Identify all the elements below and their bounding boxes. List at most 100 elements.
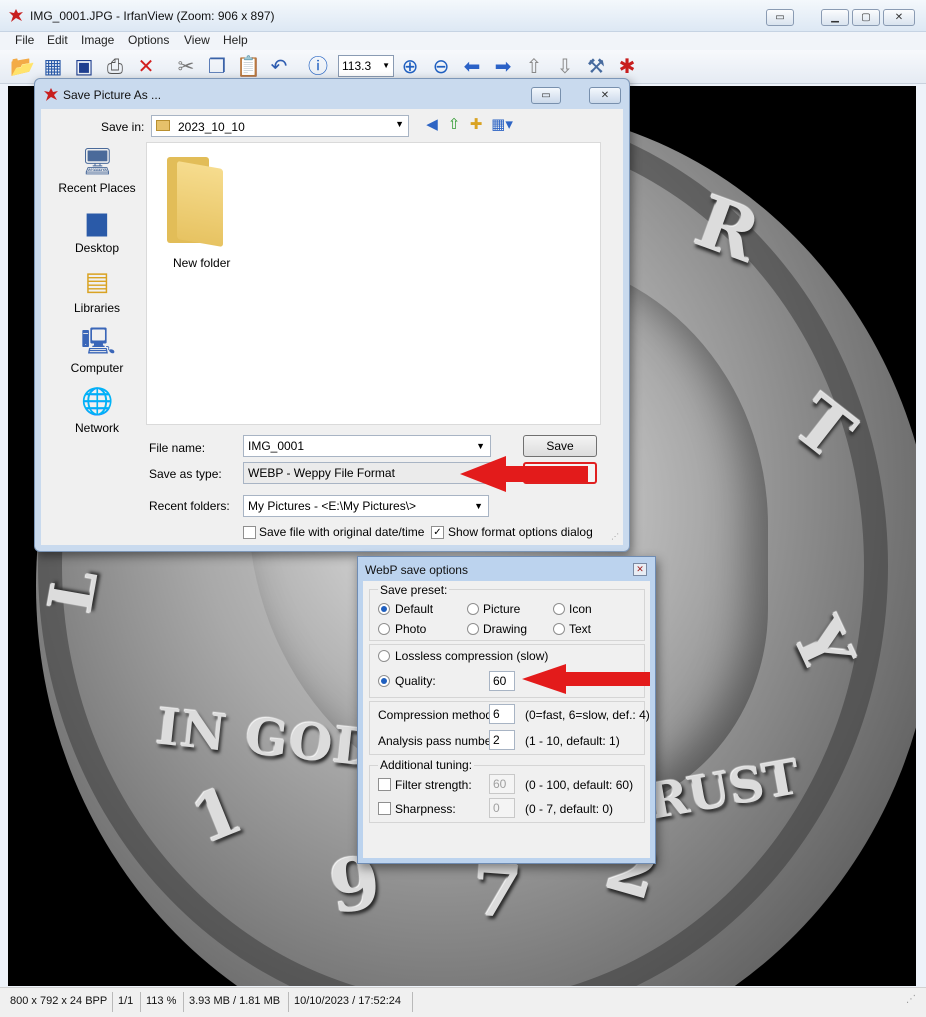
original-date-checkbox[interactable] bbox=[243, 526, 256, 539]
sharpness-hint: (0 - 7, default: 0) bbox=[525, 802, 614, 816]
filter-checkbox[interactable] bbox=[378, 778, 391, 791]
place-label: Libraries bbox=[73, 301, 121, 315]
menu-image[interactable]: Image bbox=[81, 33, 114, 47]
sharpness-checkbox[interactable] bbox=[378, 802, 391, 815]
menu-edit[interactable]: Edit bbox=[47, 33, 68, 47]
save-in-value: 2023_10_10 bbox=[178, 120, 245, 134]
save-in-combo[interactable]: 2023_10_10 ▼ bbox=[151, 115, 409, 137]
status-size: 3.93 MB / 1.81 MB bbox=[189, 995, 281, 1007]
menu-view[interactable]: View bbox=[184, 33, 210, 47]
save-button[interactable]: Save bbox=[523, 435, 597, 457]
place-libraries[interactable]: ▤ Libraries bbox=[51, 265, 143, 325]
slideshow-icon[interactable]: ▦ bbox=[41, 55, 65, 79]
undo-icon[interactable]: ↶ bbox=[267, 55, 291, 79]
compression-hint: (0=fast, 6=slow, def.: 4) bbox=[525, 708, 650, 722]
status-page: 1/1 bbox=[118, 995, 134, 1007]
back-icon[interactable]: ◀ bbox=[423, 116, 441, 134]
recent-folders-select[interactable]: My Pictures - <E:\My Pictures\> ▼ bbox=[243, 495, 489, 517]
preset-default-label[interactable]: Default bbox=[395, 602, 433, 616]
preset-text-radio[interactable] bbox=[553, 623, 565, 635]
sharpness-input[interactable]: 0 bbox=[489, 798, 515, 818]
paste-icon[interactable]: 📋 bbox=[236, 55, 261, 79]
annotation-arrow-save-type bbox=[460, 456, 588, 492]
zoom-out-icon[interactable]: ⊖ bbox=[429, 55, 453, 79]
close-button[interactable]: ✕ bbox=[883, 9, 915, 26]
webp-dialog-title: WebP save options bbox=[365, 563, 468, 577]
filter-label[interactable]: Filter strength: bbox=[395, 778, 472, 792]
previous-icon[interactable]: ⬅ bbox=[460, 55, 484, 79]
zoom-in-icon[interactable]: ⊕ bbox=[398, 55, 422, 79]
save-as-type-select[interactable]: WEBP - Weppy File Format bbox=[243, 462, 491, 484]
menu-file[interactable]: File bbox=[15, 33, 34, 47]
new-folder-item[interactable] bbox=[167, 151, 233, 248]
delete-icon[interactable]: ✕ bbox=[134, 55, 158, 79]
folder-front bbox=[177, 160, 223, 248]
view-menu-icon[interactable]: ▦▾ bbox=[489, 116, 515, 134]
dialog-extra-button[interactable]: ▭ bbox=[531, 87, 561, 104]
file-list[interactable]: New folder bbox=[146, 142, 601, 425]
up-folder-icon[interactable]: ⇧ bbox=[445, 116, 463, 134]
quality-label[interactable]: Quality: bbox=[395, 674, 436, 688]
sharpness-label[interactable]: Sharpness: bbox=[395, 802, 456, 816]
preset-icon-radio[interactable] bbox=[553, 603, 565, 615]
quality-radio[interactable] bbox=[378, 675, 390, 687]
chevron-down-icon: ▼ bbox=[395, 119, 404, 129]
place-desktop[interactable]: ▆ Desktop bbox=[51, 205, 143, 265]
minimize-button[interactable]: ▁ bbox=[821, 9, 849, 26]
places-bar: 🖥 Recent Places ▆ Desktop ▤ Libraries 🖳 … bbox=[51, 143, 143, 435]
preset-picture-label[interactable]: Picture bbox=[483, 602, 520, 616]
folder-label[interactable]: New folder bbox=[173, 256, 230, 270]
info-icon[interactable]: ⓘ bbox=[306, 55, 330, 79]
place-recent-places[interactable]: 🖥 Recent Places bbox=[51, 145, 143, 205]
move-down-icon[interactable]: ⇩ bbox=[553, 55, 577, 79]
resize-grip-icon[interactable]: ⋰ bbox=[611, 532, 619, 541]
print-icon[interactable]: ⎙ bbox=[103, 55, 127, 79]
lossless-label[interactable]: Lossless compression (slow) bbox=[395, 649, 548, 663]
preset-icon-label[interactable]: Icon bbox=[569, 602, 592, 616]
next-icon[interactable]: ➡ bbox=[491, 55, 515, 79]
quality-input[interactable]: 60 bbox=[489, 671, 515, 691]
show-options-checkbox[interactable]: ✓ bbox=[431, 526, 444, 539]
extra-window-button[interactable]: ▭ bbox=[766, 9, 794, 26]
irfanview-app-icon bbox=[44, 88, 58, 101]
cut-icon[interactable]: ✂ bbox=[174, 55, 198, 79]
preset-photo-label[interactable]: Photo bbox=[395, 622, 426, 636]
network-icon: 🌐 bbox=[81, 386, 114, 416]
menu-help[interactable]: Help bbox=[223, 33, 248, 47]
settings-icon[interactable]: ⚒ bbox=[584, 55, 608, 79]
lossless-radio[interactable] bbox=[378, 650, 390, 662]
new-folder-icon[interactable]: ✚ bbox=[467, 116, 485, 134]
close-icon[interactable]: ✕ bbox=[633, 563, 647, 576]
status-dimensions: 800 x 792 x 24 BPP bbox=[10, 995, 108, 1007]
filter-hint: (0 - 100, default: 60) bbox=[525, 778, 634, 792]
file-name-value: IMG_0001 bbox=[248, 439, 305, 453]
status-divider bbox=[112, 992, 113, 1012]
preset-default-radio[interactable] bbox=[378, 603, 390, 615]
irfanview-icon[interactable]: ✱ bbox=[615, 55, 639, 79]
dialog-close-button[interactable]: ✕ bbox=[589, 87, 621, 104]
preset-drawing-label[interactable]: Drawing bbox=[483, 622, 527, 636]
status-bar: 800 x 792 x 24 BPP 1/1 113 % 3.93 MB / 1… bbox=[0, 987, 926, 1017]
save-icon[interactable]: ▣ bbox=[72, 55, 96, 79]
filter-input[interactable]: 60 bbox=[489, 774, 515, 794]
analysis-input[interactable]: 2 bbox=[489, 730, 515, 750]
preset-drawing-radio[interactable] bbox=[467, 623, 479, 635]
resize-grip-icon[interactable]: ⋰ bbox=[906, 994, 916, 1005]
compression-label: Compression method: bbox=[378, 708, 496, 722]
copy-icon[interactable]: ❐ bbox=[205, 55, 229, 79]
file-name-field[interactable]: IMG_0001 ▼ bbox=[243, 435, 491, 457]
place-computer[interactable]: 🖳 Computer bbox=[51, 325, 143, 385]
menu-options[interactable]: Options bbox=[128, 33, 169, 47]
compression-input[interactable]: 6 bbox=[489, 704, 515, 724]
open-folder-icon[interactable]: 📂 bbox=[10, 55, 35, 79]
preset-photo-radio[interactable] bbox=[378, 623, 390, 635]
maximize-button[interactable]: ▢ bbox=[852, 9, 880, 26]
show-options-label[interactable]: Show format options dialog bbox=[448, 525, 593, 539]
zoom-combo[interactable]: 113.3 ▼ bbox=[338, 55, 394, 77]
place-network[interactable]: 🌐 Network bbox=[51, 385, 143, 445]
original-date-label[interactable]: Save file with original date/time bbox=[259, 525, 424, 539]
preset-picture-radio[interactable] bbox=[467, 603, 479, 615]
additional-label: Additional tuning: bbox=[378, 758, 475, 772]
move-up-icon[interactable]: ⇧ bbox=[522, 55, 546, 79]
preset-text-label[interactable]: Text bbox=[569, 622, 591, 636]
